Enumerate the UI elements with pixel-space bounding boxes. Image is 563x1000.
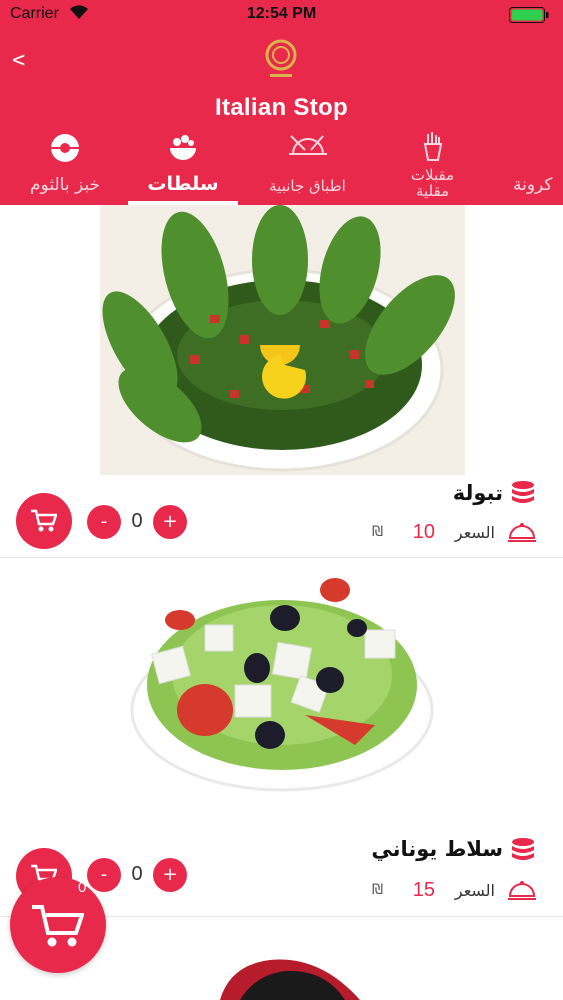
tab-fried-appetizers[interactable]: مقبلات مقلية	[385, 130, 480, 205]
divider	[0, 557, 563, 558]
tab-label: خبز بالثوم	[30, 175, 100, 195]
tab-label: اطباق جانبية	[269, 177, 346, 195]
price-value: 15	[412, 879, 435, 901]
price-label: السعر	[454, 881, 495, 900]
item-name: سلاط يوناني	[371, 837, 503, 861]
price-label: السعر	[454, 523, 495, 542]
cart-icon	[32, 905, 84, 947]
price-value: 10	[412, 521, 435, 543]
category-tabs: كرونة مقبلات مقلية اطباق جانبية سلطات خب…	[0, 130, 563, 205]
cart-fab-button[interactable]: 0	[10, 877, 106, 973]
decrease-qty-button[interactable]: -	[87, 505, 121, 539]
status-bar: Carrier 12:54 PM	[0, 0, 563, 30]
bread-icon	[51, 134, 79, 162]
decrease-qty-button[interactable]: -	[87, 858, 121, 892]
quantity-value: 0	[131, 863, 143, 885]
battery-icon	[509, 7, 549, 23]
greek-salad-image	[130, 578, 434, 792]
quantity-value: 0	[131, 510, 143, 532]
fries-icon	[423, 132, 442, 161]
increase-qty-button[interactable]: +	[153, 858, 187, 892]
tab-pasta[interactable]: كرونة	[505, 130, 563, 205]
currency-symbol: ₪	[372, 882, 383, 898]
cart-count-badge: 0	[78, 879, 87, 896]
tab-side-dishes[interactable]: اطباق جانبية	[250, 130, 365, 205]
app-title: Italian Stop	[215, 94, 348, 121]
tab-garlic-bread[interactable]: خبز بالثوم	[10, 130, 120, 205]
brand-logo	[265, 39, 297, 77]
tab-label: كرونة	[513, 175, 553, 195]
stack-icon	[512, 481, 534, 503]
tabbouleh-image	[100, 205, 465, 475]
plate-icon	[288, 135, 327, 155]
cart-icon	[31, 509, 57, 532]
tab-salads[interactable]: سلطات	[128, 130, 238, 205]
app-header: < Italian Stop كرونة مقبلات مقلية اطباق …	[0, 30, 563, 205]
clock: 12:54 PM	[246, 5, 317, 22]
tab-label: سلطات	[147, 173, 219, 195]
stack-icon	[512, 838, 534, 860]
next-item-image	[220, 959, 360, 1000]
increase-qty-button[interactable]: +	[153, 505, 187, 539]
currency-symbol: ₪	[372, 524, 383, 540]
item-name: تبولة	[452, 481, 503, 505]
serving-dish-icon	[508, 523, 536, 542]
back-button[interactable]: <	[12, 48, 25, 73]
tab-label: مقبلات مقلية	[410, 166, 455, 200]
salad-icon	[170, 135, 196, 160]
serving-dish-icon	[508, 881, 536, 900]
add-to-cart-button[interactable]	[16, 493, 72, 549]
